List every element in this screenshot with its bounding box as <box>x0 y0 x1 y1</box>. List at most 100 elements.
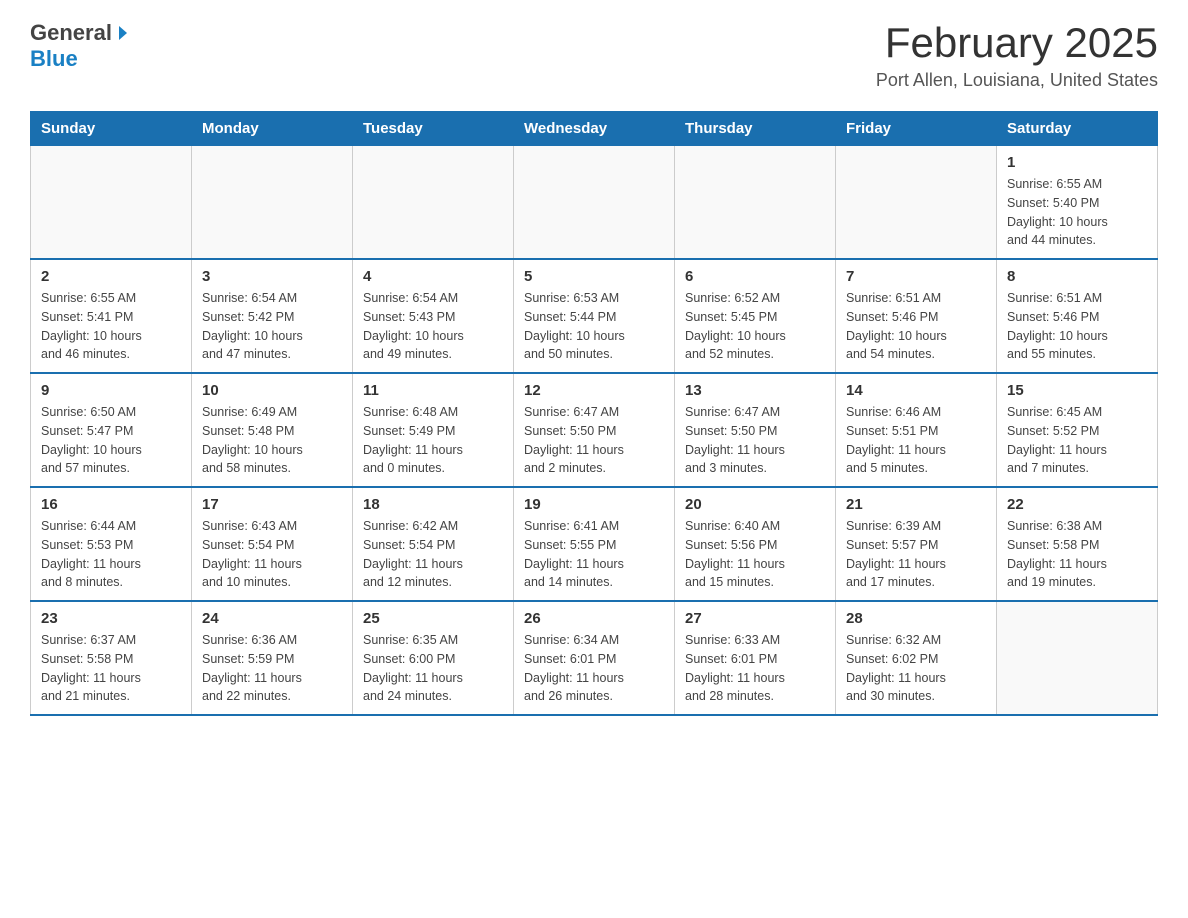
day-number: 21 <box>846 496 986 513</box>
month-title: February 2025 <box>876 20 1158 66</box>
day-number: 24 <box>202 610 342 627</box>
calendar-day: 28 Sunrise: 6:32 AM Sunset: 6:02 PM Dayli… <box>836 601 997 715</box>
day-info: Sunrise: 6:32 AM Sunset: 6:02 PM Dayligh… <box>846 631 986 706</box>
calendar-week-3: 9 Sunrise: 6:50 AM Sunset: 5:47 PM Daylig… <box>31 373 1158 487</box>
day-number: 15 <box>1007 382 1147 399</box>
page-header: General Blue February 2025 Port Allen, L… <box>30 20 1158 91</box>
day-number: 20 <box>685 496 825 513</box>
calendar-header-monday: Monday <box>192 112 353 146</box>
calendar-header-wednesday: Wednesday <box>514 112 675 146</box>
day-number: 27 <box>685 610 825 627</box>
day-number: 28 <box>846 610 986 627</box>
day-info: Sunrise: 6:43 AM Sunset: 5:54 PM Dayligh… <box>202 517 342 592</box>
day-number: 22 <box>1007 496 1147 513</box>
day-info: Sunrise: 6:51 AM Sunset: 5:46 PM Dayligh… <box>846 289 986 364</box>
day-number: 16 <box>41 496 181 513</box>
day-info: Sunrise: 6:33 AM Sunset: 6:01 PM Dayligh… <box>685 631 825 706</box>
calendar-day: 17 Sunrise: 6:43 AM Sunset: 5:54 PM Dayli… <box>192 487 353 601</box>
calendar-day: 3 Sunrise: 6:54 AM Sunset: 5:42 PM Daylig… <box>192 259 353 373</box>
day-number: 10 <box>202 382 342 399</box>
day-info: Sunrise: 6:37 AM Sunset: 5:58 PM Dayligh… <box>41 631 181 706</box>
day-number: 19 <box>524 496 664 513</box>
day-info: Sunrise: 6:52 AM Sunset: 5:45 PM Dayligh… <box>685 289 825 364</box>
logo-general-text: General <box>30 20 112 46</box>
calendar-day <box>514 146 675 260</box>
logo-blue-text: Blue <box>30 46 78 72</box>
logo-arrow-icon <box>114 24 132 42</box>
calendar-week-5: 23Sunrise: 6:37 AM Sunset: 5:58 PM Dayli… <box>31 601 1158 715</box>
day-info: Sunrise: 6:55 AM Sunset: 5:41 PM Dayligh… <box>41 289 181 364</box>
day-number: 13 <box>685 382 825 399</box>
calendar-day: 12 Sunrise: 6:47 AM Sunset: 5:50 PM Dayli… <box>514 373 675 487</box>
day-number: 26 <box>524 610 664 627</box>
day-info: Sunrise: 6:46 AM Sunset: 5:51 PM Dayligh… <box>846 403 986 478</box>
calendar-header-tuesday: Tuesday <box>353 112 514 146</box>
day-info: Sunrise: 6:42 AM Sunset: 5:54 PM Dayligh… <box>363 517 503 592</box>
day-number: 9 <box>41 382 181 399</box>
calendar-day: 4 Sunrise: 6:54 AM Sunset: 5:43 PM Daylig… <box>353 259 514 373</box>
title-section: February 2025 Port Allen, Louisiana, Uni… <box>876 20 1158 91</box>
day-number: 5 <box>524 268 664 285</box>
calendar-day: 14 Sunrise: 6:46 AM Sunset: 5:51 PM Dayli… <box>836 373 997 487</box>
calendar-day: 1 Sunrise: 6:55 AM Sunset: 5:40 PM Daylig… <box>997 146 1158 260</box>
calendar-header-friday: Friday <box>836 112 997 146</box>
day-number: 1 <box>1007 154 1147 171</box>
day-info: Sunrise: 6:54 AM Sunset: 5:42 PM Dayligh… <box>202 289 342 364</box>
day-number: 14 <box>846 382 986 399</box>
calendar-day: 21 Sunrise: 6:39 AM Sunset: 5:57 PM Dayli… <box>836 487 997 601</box>
day-info: Sunrise: 6:53 AM Sunset: 5:44 PM Dayligh… <box>524 289 664 364</box>
calendar-week-2: 2 Sunrise: 6:55 AM Sunset: 5:41 PM Daylig… <box>31 259 1158 373</box>
day-number: 7 <box>846 268 986 285</box>
day-info: Sunrise: 6:55 AM Sunset: 5:40 PM Dayligh… <box>1007 175 1147 250</box>
calendar-day: 20 Sunrise: 6:40 AM Sunset: 5:56 PM Dayli… <box>675 487 836 601</box>
calendar-day: 24 Sunrise: 6:36 AM Sunset: 5:59 PM Dayli… <box>192 601 353 715</box>
calendar-header-sunday: Sunday <box>31 112 192 146</box>
day-info: Sunrise: 6:51 AM Sunset: 5:46 PM Dayligh… <box>1007 289 1147 364</box>
logo: General Blue <box>30 20 132 72</box>
day-info: Sunrise: 6:36 AM Sunset: 5:59 PM Dayligh… <box>202 631 342 706</box>
calendar-day: 2 Sunrise: 6:55 AM Sunset: 5:41 PM Daylig… <box>31 259 192 373</box>
calendar-header-thursday: Thursday <box>675 112 836 146</box>
day-number: 2 <box>41 268 181 285</box>
calendar-day <box>997 601 1158 715</box>
day-info: Sunrise: 6:39 AM Sunset: 5:57 PM Dayligh… <box>846 517 986 592</box>
day-number: 8 <box>1007 268 1147 285</box>
calendar-day: 13 Sunrise: 6:47 AM Sunset: 5:50 PM Dayli… <box>675 373 836 487</box>
day-number: 12 <box>524 382 664 399</box>
day-number: 18 <box>363 496 503 513</box>
calendar-day: 27 Sunrise: 6:33 AM Sunset: 6:01 PM Dayli… <box>675 601 836 715</box>
calendar-table: SundayMondayTuesdayWednesdayThursdayFrid… <box>30 111 1158 716</box>
calendar-day: 18 Sunrise: 6:42 AM Sunset: 5:54 PM Dayli… <box>353 487 514 601</box>
calendar-day: 11 Sunrise: 6:48 AM Sunset: 5:49 PM Dayli… <box>353 373 514 487</box>
calendar-day: 25 Sunrise: 6:35 AM Sunset: 6:00 PM Dayli… <box>353 601 514 715</box>
calendar-day: 26 Sunrise: 6:34 AM Sunset: 6:01 PM Dayli… <box>514 601 675 715</box>
day-number: 4 <box>363 268 503 285</box>
calendar-day: 15 Sunrise: 6:45 AM Sunset: 5:52 PM Dayli… <box>997 373 1158 487</box>
day-number: 3 <box>202 268 342 285</box>
day-info: Sunrise: 6:47 AM Sunset: 5:50 PM Dayligh… <box>685 403 825 478</box>
day-info: Sunrise: 6:40 AM Sunset: 5:56 PM Dayligh… <box>685 517 825 592</box>
calendar-day <box>675 146 836 260</box>
day-info: Sunrise: 6:54 AM Sunset: 5:43 PM Dayligh… <box>363 289 503 364</box>
day-info: Sunrise: 6:35 AM Sunset: 6:00 PM Dayligh… <box>363 631 503 706</box>
calendar-day: 5 Sunrise: 6:53 AM Sunset: 5:44 PM Daylig… <box>514 259 675 373</box>
day-info: Sunrise: 6:34 AM Sunset: 6:01 PM Dayligh… <box>524 631 664 706</box>
calendar-day: 22Sunrise: 6:38 AM Sunset: 5:58 PM Dayli… <box>997 487 1158 601</box>
calendar-day <box>836 146 997 260</box>
calendar-week-4: 16Sunrise: 6:44 AM Sunset: 5:53 PM Dayli… <box>31 487 1158 601</box>
day-info: Sunrise: 6:50 AM Sunset: 5:47 PM Dayligh… <box>41 403 181 478</box>
calendar-day: 10 Sunrise: 6:49 AM Sunset: 5:48 PM Dayli… <box>192 373 353 487</box>
day-info: Sunrise: 6:47 AM Sunset: 5:50 PM Dayligh… <box>524 403 664 478</box>
calendar-week-1: 1 Sunrise: 6:55 AM Sunset: 5:40 PM Daylig… <box>31 146 1158 260</box>
day-info: Sunrise: 6:45 AM Sunset: 5:52 PM Dayligh… <box>1007 403 1147 478</box>
day-info: Sunrise: 6:49 AM Sunset: 5:48 PM Dayligh… <box>202 403 342 478</box>
calendar-day: 23Sunrise: 6:37 AM Sunset: 5:58 PM Dayli… <box>31 601 192 715</box>
calendar-day: 7 Sunrise: 6:51 AM Sunset: 5:46 PM Daylig… <box>836 259 997 373</box>
day-number: 11 <box>363 382 503 399</box>
day-number: 25 <box>363 610 503 627</box>
day-number: 17 <box>202 496 342 513</box>
day-number: 6 <box>685 268 825 285</box>
calendar-day: 9 Sunrise: 6:50 AM Sunset: 5:47 PM Daylig… <box>31 373 192 487</box>
day-info: Sunrise: 6:48 AM Sunset: 5:49 PM Dayligh… <box>363 403 503 478</box>
calendar-day: 8 Sunrise: 6:51 AM Sunset: 5:46 PM Daylig… <box>997 259 1158 373</box>
